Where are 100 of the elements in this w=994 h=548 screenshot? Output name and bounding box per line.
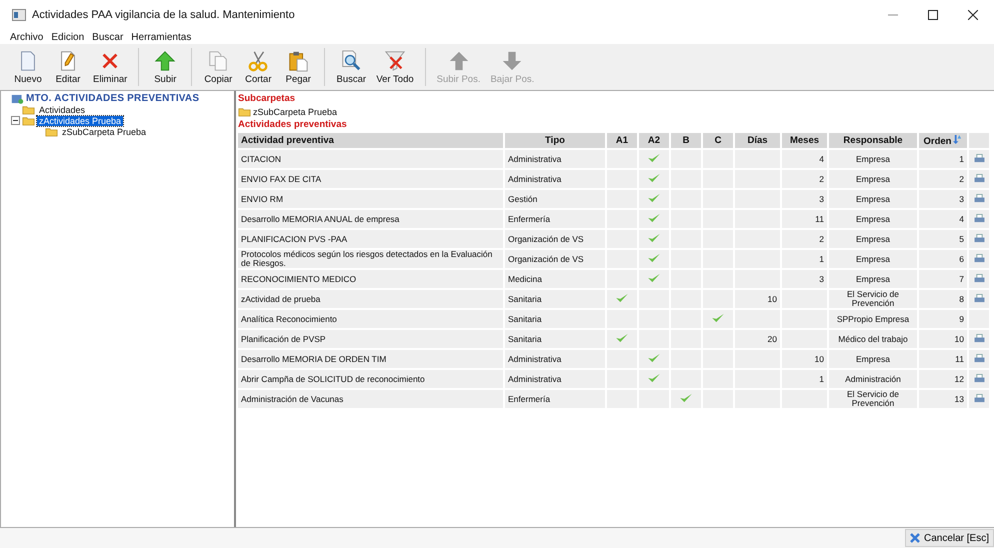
- section-heading: Subcarpetas: [238, 93, 296, 105]
- checkmark-icon: [615, 333, 629, 344]
- column-header[interactable]: Meses: [782, 133, 827, 148]
- maximize-icon[interactable]: [928, 10, 938, 20]
- table-cell: 4: [782, 150, 827, 168]
- table-cell: Administración de Vacunas: [238, 390, 503, 408]
- up-arrow-icon: [448, 50, 470, 72]
- table-cell: Médico del trabajo: [829, 330, 917, 348]
- section-heading: Actividades preventivas: [238, 119, 348, 131]
- scissors-icon: [247, 50, 270, 72]
- table-cell: PLANIFICACION PVS -PAA: [238, 230, 503, 248]
- table-cell: 5: [919, 230, 967, 248]
- tree-root-label[interactable]: MTO. ACTIVIDADES PREVENTIVAS: [26, 93, 200, 104]
- column-header[interactable]: C: [703, 133, 733, 148]
- printer-icon[interactable]: [974, 274, 984, 283]
- folder-icon: [22, 104, 35, 114]
- printer-icon[interactable]: [974, 234, 984, 243]
- table-cell: Administrativa: [505, 370, 605, 388]
- menu-item[interactable]: Edicion: [51, 32, 84, 42]
- table-cell: SPPropio Empresa: [829, 310, 917, 328]
- table-cell: 11: [782, 210, 827, 228]
- table-cell: Organización de VS: [505, 230, 605, 248]
- table-cell: RECONOCIMIENTO MEDICO: [238, 270, 503, 288]
- tree-item[interactable]: zActividades Prueba: [37, 116, 124, 126]
- table-cell: Empresa: [829, 350, 917, 368]
- column-header[interactable]: Responsable: [829, 133, 917, 148]
- table-cell: Medicina: [505, 270, 605, 288]
- table-cell: El Servicio de Prevención: [829, 390, 917, 408]
- toolbar-button[interactable]: Cortar: [238, 44, 278, 90]
- toolbar-button[interactable]: Nuevo: [8, 44, 48, 90]
- toolbar-button[interactable]: Copiar: [198, 44, 238, 90]
- column-header[interactable]: B: [671, 133, 701, 148]
- table-cell: 9: [919, 310, 967, 328]
- menu-item[interactable]: Archivo: [10, 32, 44, 42]
- table-cell: Desarrollo MEMORIA DE ORDEN TIM: [238, 350, 503, 368]
- checkmark-icon: [647, 353, 661, 364]
- checkmark-icon: [679, 393, 693, 404]
- table-cell: 4: [919, 210, 967, 228]
- table-cell: 3: [919, 190, 967, 208]
- toolbar-button[interactable]: Buscar: [331, 44, 372, 90]
- toolbar-button[interactable]: Eliminar: [88, 44, 132, 90]
- menu-item[interactable]: Buscar: [92, 32, 124, 42]
- checkmark-icon: [647, 193, 661, 204]
- toolbar-button[interactable]: Ver Todo: [371, 44, 419, 90]
- printer-icon[interactable]: [974, 194, 984, 203]
- toolbar-button[interactable]: Pegar: [278, 44, 318, 90]
- table-cell: Empresa: [829, 190, 917, 208]
- tree-item[interactable]: zSubCarpeta Prueba: [60, 126, 148, 136]
- checkmark-icon: [647, 153, 661, 164]
- tree-root-icon: [11, 94, 24, 104]
- printer-icon[interactable]: [974, 254, 984, 263]
- toolbar-button[interactable]: Editar: [48, 44, 88, 90]
- table-cell: 11: [919, 350, 967, 368]
- folder-icon: [22, 116, 35, 126]
- printer-icon[interactable]: [974, 294, 984, 303]
- table-cell: Gestión: [505, 190, 605, 208]
- table-cell: Empresa: [829, 150, 917, 168]
- printer-icon[interactable]: [974, 334, 984, 343]
- toolbar-button[interactable]: Subir: [145, 44, 186, 90]
- table-cell: Sanitaria: [505, 310, 605, 328]
- table-cell: Empresa: [829, 210, 917, 228]
- checkmark-icon: [647, 273, 661, 284]
- table-cell: Administrativa: [505, 170, 605, 188]
- table-cell: 20: [735, 330, 780, 348]
- table-cell: Enfermería: [505, 210, 605, 228]
- table-cell: 3: [782, 270, 827, 288]
- printer-icon[interactable]: [974, 154, 984, 163]
- column-header[interactable]: A1: [607, 133, 637, 148]
- subfolder-item[interactable]: zSubCarpeta Prueba: [253, 107, 338, 117]
- table-cell: 1: [919, 150, 967, 168]
- table-cell: zActividad de prueba: [238, 290, 503, 308]
- table-cell: 13: [919, 390, 967, 408]
- table-cell: ENVIO RM: [238, 190, 503, 208]
- column-header[interactable]: Tipo: [505, 133, 605, 148]
- table-cell: Administrativa: [505, 350, 605, 368]
- checkmark-icon: [647, 213, 661, 224]
- cancel-button[interactable]: Cancelar [Esc]: [904, 529, 994, 547]
- table-cell: 10: [735, 290, 780, 308]
- printer-icon[interactable]: [974, 374, 984, 383]
- collapse-icon[interactable]: [11, 116, 20, 125]
- printer-icon[interactable]: [974, 214, 984, 223]
- clipboard-icon: [287, 50, 310, 72]
- table-cell: Enfermería: [505, 390, 605, 408]
- printer-icon[interactable]: [974, 174, 984, 183]
- table-cell: Sanitaria: [505, 290, 605, 308]
- menu-item[interactable]: Herramientas: [131, 32, 192, 42]
- table-cell: Empresa: [829, 270, 917, 288]
- column-header[interactable]: Días: [735, 133, 780, 148]
- search-icon: [340, 50, 362, 72]
- funnel-icon: [384, 50, 406, 72]
- table-cell: Empresa: [829, 230, 917, 248]
- checkmark-icon: [647, 173, 661, 184]
- table-cell: Sanitaria: [505, 330, 605, 348]
- tree-item[interactable]: Actividades: [37, 104, 88, 114]
- column-header[interactable]: Orden: [919, 133, 967, 148]
- close-icon[interactable]: [968, 10, 978, 20]
- column-header[interactable]: Actividad preventiva: [238, 133, 503, 148]
- printer-icon[interactable]: [974, 394, 984, 403]
- column-header[interactable]: A2: [639, 133, 669, 148]
- printer-icon[interactable]: [974, 354, 984, 363]
